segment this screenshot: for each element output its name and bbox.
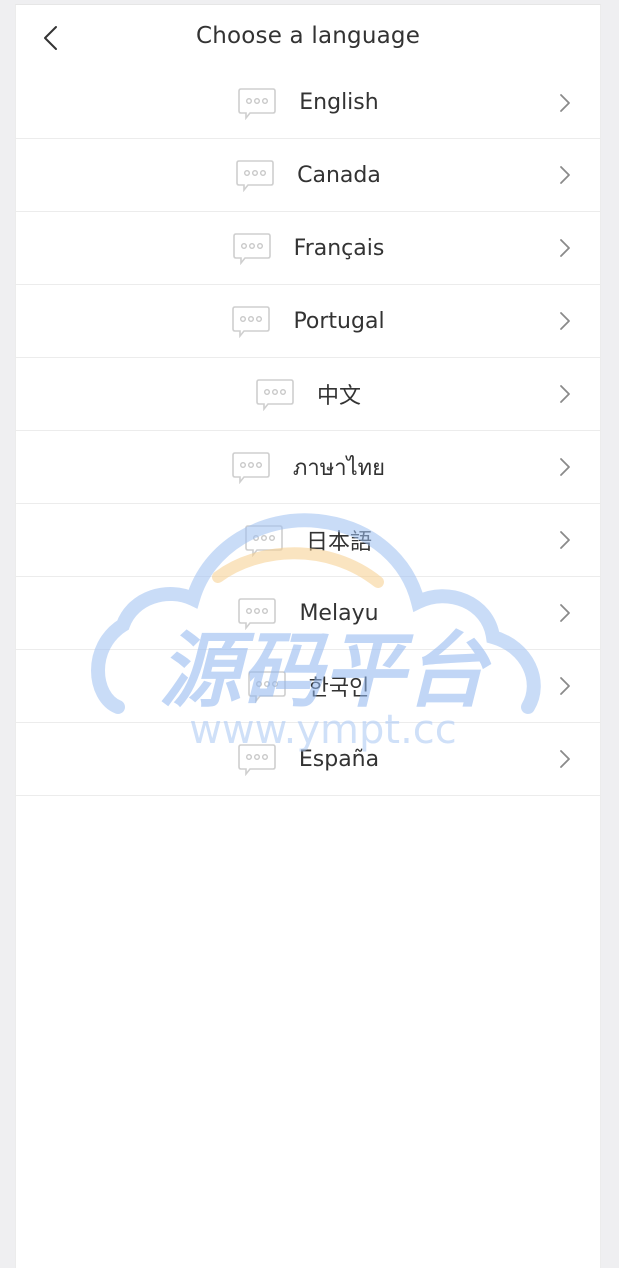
language-item-japanese[interactable]: 日本語 [16,504,600,577]
language-item-portugal[interactable]: Portugal [16,285,600,358]
chevron-right-icon [560,312,570,330]
language-label: Canada [297,162,381,188]
chevron-right-icon [560,166,570,184]
chat-bubble-icon [238,744,276,776]
chat-bubble-icon [245,525,283,557]
chevron-right-icon [560,385,570,403]
chat-bubble-icon [232,306,271,338]
chat-bubble-icon [238,87,277,120]
chat-bubble-icon [236,160,274,192]
chat-bubble-icon [247,671,286,703]
language-item-francais[interactable]: Français [16,212,600,285]
language-label: 한국인 [308,676,370,701]
chat-bubble-icon [256,379,294,411]
chevron-right-icon [560,93,570,112]
language-item-espana[interactable]: España [16,723,600,796]
chevron-right-icon [560,239,570,257]
chevron-right-icon [560,677,570,695]
chevron-right-icon [560,750,570,768]
language-panel: Choose a language English Canada Françai… [15,4,601,1268]
language-label: Melayu [299,600,379,626]
language-item-chinese[interactable]: 中文 [16,358,600,431]
chevron-right-icon [560,531,570,549]
language-item-english[interactable]: English [16,67,600,139]
language-item-canada[interactable]: Canada [16,139,600,212]
language-label: ภาษาไทย [292,455,386,481]
chat-bubble-icon [232,452,270,484]
language-label: English [299,90,379,115]
language-label: España [298,746,380,772]
header: Choose a language [16,5,600,71]
language-label: 中文 [316,384,361,409]
chat-bubble-icon [232,233,271,265]
chevron-right-icon [560,458,570,476]
language-list: English Canada Français Portugal 中文 ภาษา… [16,67,600,796]
language-label: Français [293,235,385,261]
language-item-thai[interactable]: ภาษาไทย [16,431,600,504]
language-label: 日本語 [305,530,372,555]
language-item-korean[interactable]: 한국인 [16,650,600,723]
language-label: Portugal [293,308,385,334]
page-title: Choose a language [195,23,421,49]
chevron-right-icon [560,604,570,622]
chat-bubble-icon [238,598,277,630]
language-item-melayu[interactable]: Melayu [16,577,600,650]
